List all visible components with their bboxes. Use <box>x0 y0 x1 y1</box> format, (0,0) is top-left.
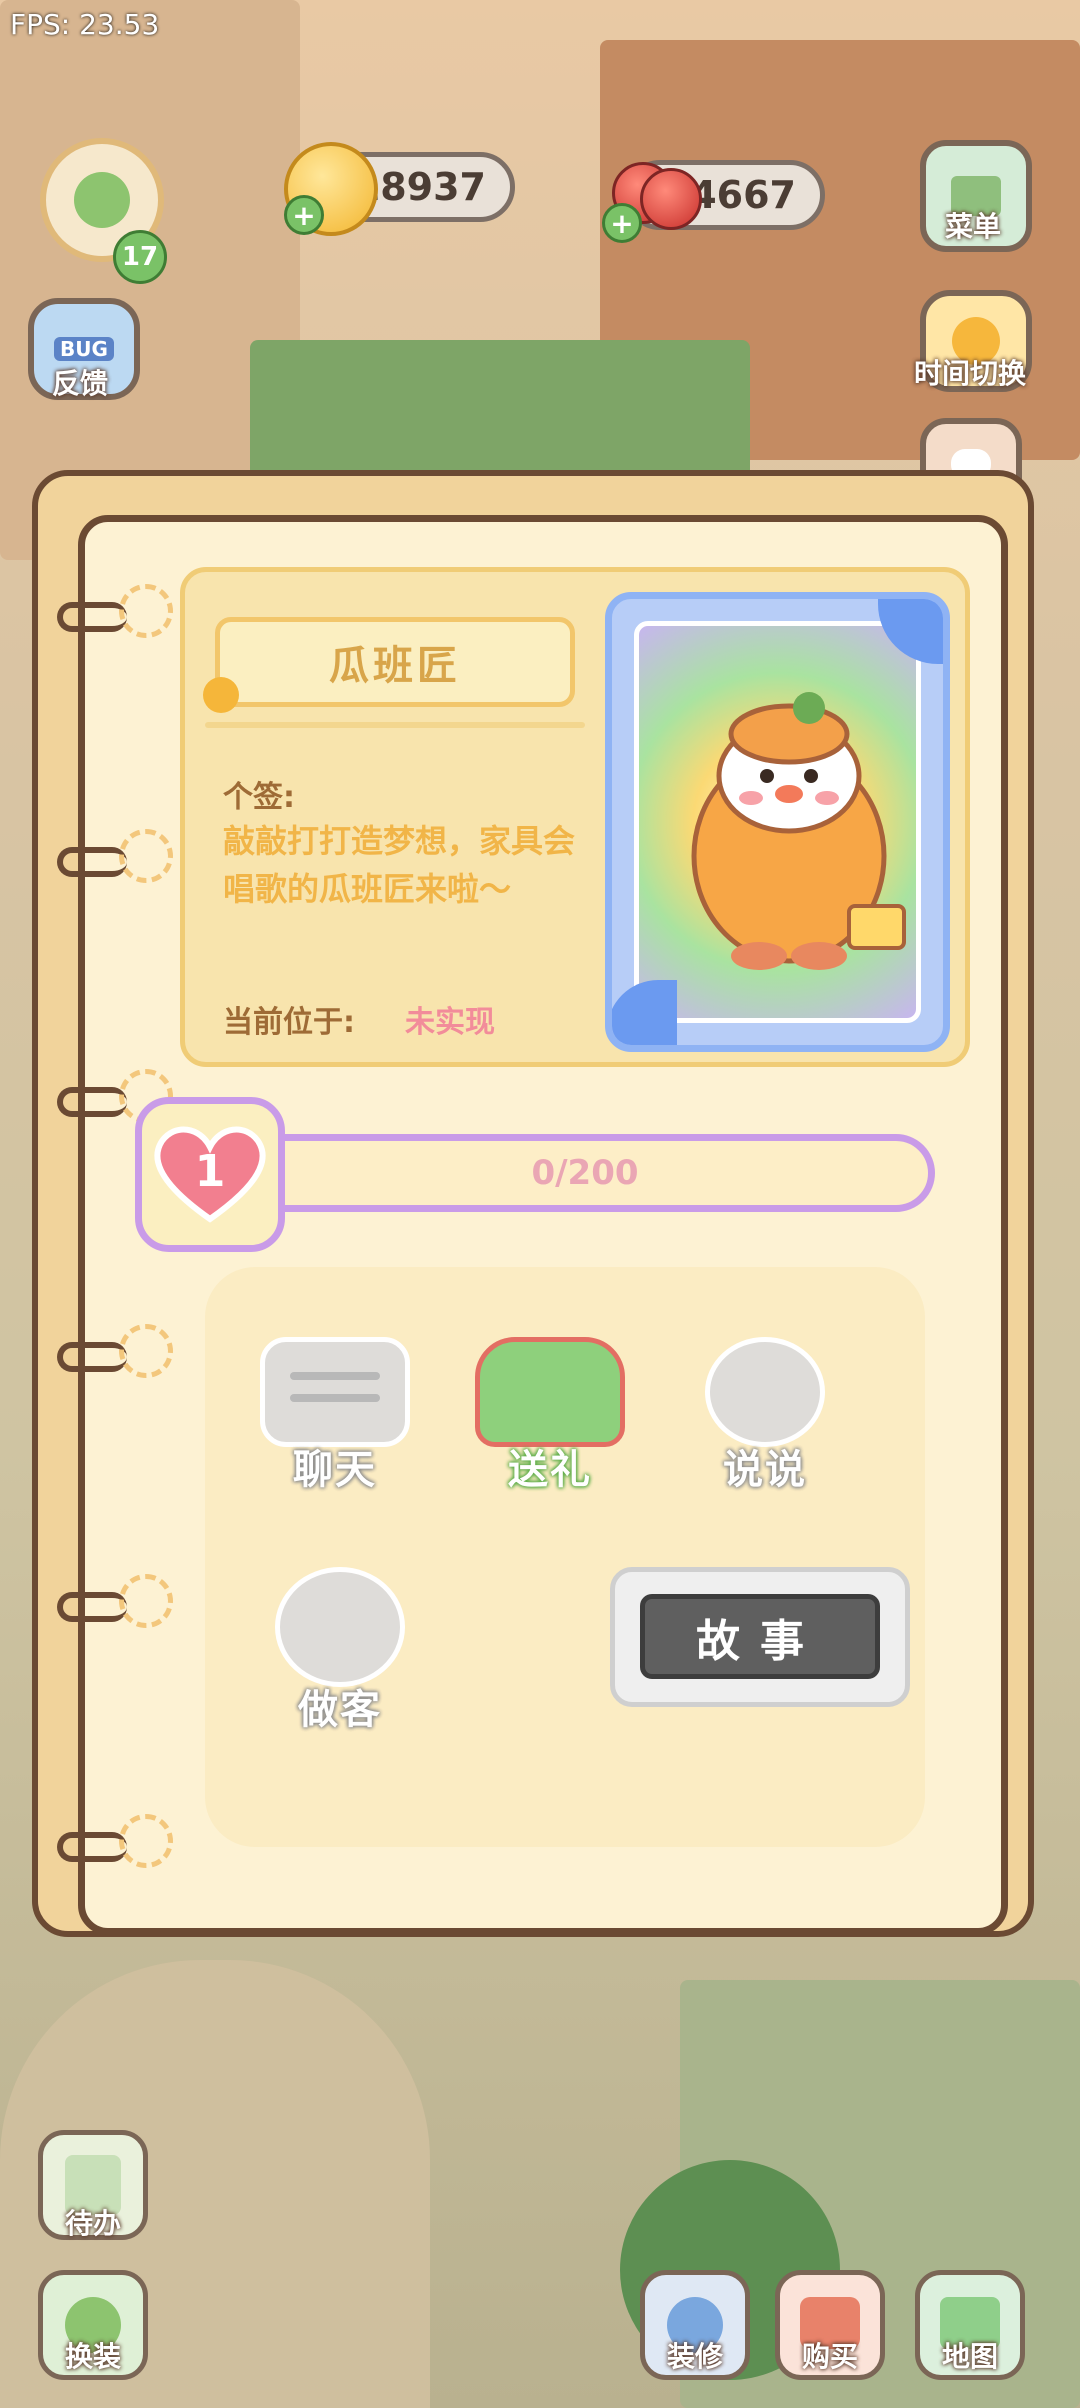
affection-level-box: 1 <box>135 1097 285 1252</box>
character-portrait-frame <box>605 592 950 1052</box>
binder-ring <box>57 602 127 632</box>
location-value: 未实现 <box>405 1005 495 1040</box>
chat-button[interactable]: 聊天 <box>240 1337 430 1495</box>
talk-button[interactable]: 说说 <box>670 1337 860 1495</box>
add-coin-button[interactable]: + <box>284 195 324 235</box>
character-info-card: 瓜班匠 个签: 敲敲打打造梦想，家具会唱歌的瓜班匠来啦～ 当前位于: 未实现 <box>180 567 970 1067</box>
fps-counter: FPS: 23.53 <box>10 8 160 41</box>
ring-hole <box>119 829 173 883</box>
binder-ring <box>57 847 127 877</box>
player-level-badge: 17 <box>113 230 167 284</box>
talk-label: 说说 <box>723 1447 807 1493</box>
buy-label: 购买 <box>801 2340 858 2373</box>
binder-ring <box>57 1087 127 1117</box>
affection-level: 1 <box>194 1146 226 1197</box>
character-book: 瓜班匠 个签: 敲敲打打造梦想，家具会唱歌的瓜班匠来啦～ 当前位于: 未实现 0… <box>57 515 1008 1935</box>
talk-icon <box>705 1337 825 1447</box>
add-cherry-button[interactable]: + <box>602 203 642 243</box>
todo-label: 待办 <box>64 2207 121 2240</box>
action-panel: 聊天 送礼 说说 做客 故事 <box>205 1267 925 1847</box>
visit-button[interactable]: 做客 <box>245 1567 435 1735</box>
binder-ring <box>57 1832 127 1862</box>
ring-hole <box>119 584 173 638</box>
avatar-sprout-icon <box>74 172 130 228</box>
sheep-icon <box>275 1567 405 1687</box>
ring-hole <box>119 1574 173 1628</box>
outfit-label: 换装 <box>64 2340 121 2373</box>
character-portrait <box>691 692 906 970</box>
chat-icon <box>260 1337 410 1447</box>
story-button[interactable]: 故事 <box>610 1567 910 1707</box>
menu-label: 菜单 <box>944 210 1001 243</box>
location-label: 当前位于: <box>223 1005 355 1040</box>
portrait-corner-gem-icon <box>612 980 677 1045</box>
signature-text: 敲敲打打造梦想，家具会唱歌的瓜班匠来啦～ <box>223 822 576 908</box>
affection-progress-bar: 0/200 <box>235 1134 935 1212</box>
ring-hole <box>119 1814 173 1868</box>
feedback-label: 反馈 <box>51 367 108 400</box>
gift-label: 送礼 <box>508 1447 592 1493</box>
character-name: 瓜班匠 <box>215 617 575 707</box>
map-label: 地图 <box>941 2340 998 2373</box>
divider <box>205 722 585 728</box>
chat-label: 聊天 <box>293 1447 377 1493</box>
decorate-label: 装修 <box>666 2340 723 2373</box>
cherry-icon <box>640 168 702 230</box>
binder-ring <box>57 1342 127 1372</box>
signature-label: 个签: <box>223 780 295 815</box>
gift-button[interactable]: 送礼 <box>455 1337 645 1495</box>
visit-label: 做客 <box>298 1687 382 1733</box>
gift-icon <box>475 1337 625 1447</box>
story-label: 故事 <box>640 1594 880 1679</box>
character-portrait-background <box>634 621 921 1023</box>
name-tag-pin-icon <box>203 677 239 713</box>
binder-ring <box>57 1592 127 1622</box>
time-switch-label: 时间切换 <box>913 357 1026 390</box>
ring-hole <box>119 1324 173 1378</box>
bug-badge: BUG <box>54 337 114 361</box>
